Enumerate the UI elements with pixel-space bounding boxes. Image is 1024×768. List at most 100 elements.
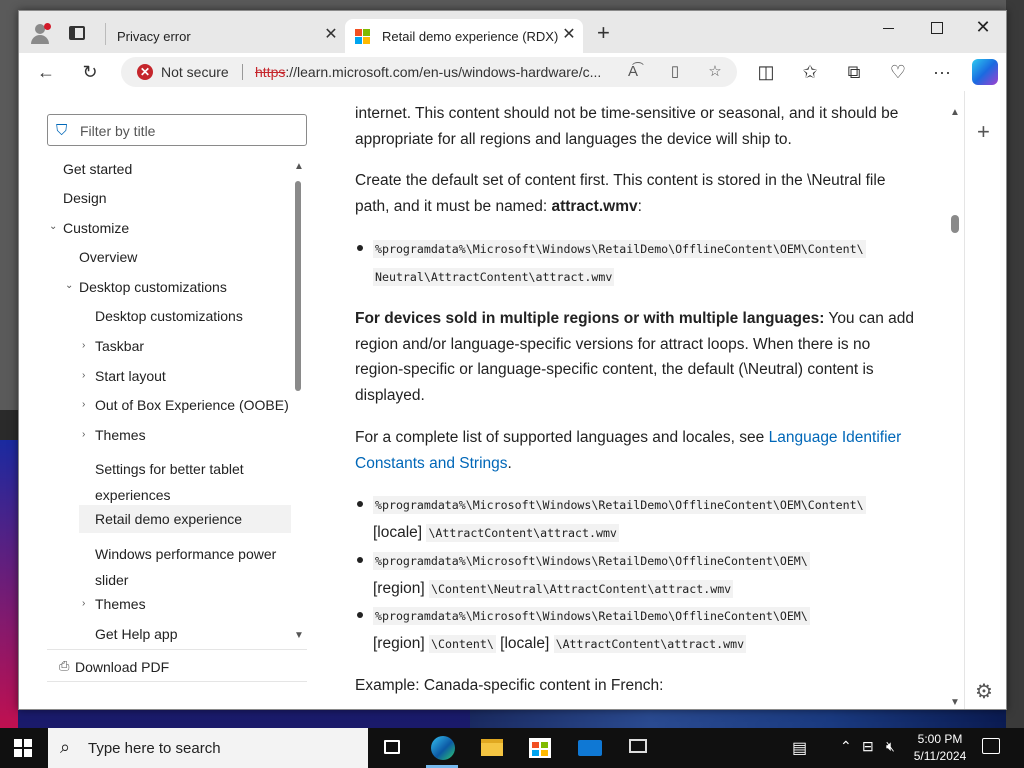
nav-item-desktop-customizations[interactable]: ⌄ Desktop customizations <box>65 279 227 295</box>
filter-input[interactable]: ⛉ Filter by title <box>47 114 307 146</box>
chevron-down-icon: ⌄ <box>65 280 74 291</box>
search-icon: ⌕ <box>60 737 71 757</box>
article-scrollbar[interactable] <box>951 215 959 233</box>
favorites-icon[interactable]: ✩ <box>797 59 823 85</box>
tab-retail-demo[interactable]: Retail demo experience (RDX) | Microsoft… <box>345 19 583 53</box>
nav-item-label: Desktop customizations <box>79 279 227 295</box>
paragraph: For a complete list of supported languag… <box>355 425 925 476</box>
text-line: appropriate for all regions and language… <box>355 130 792 148</box>
back-icon[interactable]: ← <box>33 59 59 85</box>
code-path: %programdata%\Microsoft\Windows\RetailDe… <box>373 240 866 258</box>
nav-item-oobe[interactable]: › Out of Box Experience (OOBE) <box>82 397 289 413</box>
nav-scrollbar[interactable] <box>295 181 301 391</box>
system-clock[interactable]: 5:00 PM 5/11/2024 <box>908 731 972 765</box>
filter-icon: ⛉ <box>56 122 68 139</box>
minimize-icon[interactable] <box>879 19 899 37</box>
split-screen-icon[interactable]: ◫ <box>753 59 779 85</box>
favorite-star-icon[interactable]: ☆ <box>705 62 725 82</box>
browser-essentials-icon[interactable]: ♡ <box>885 59 911 85</box>
bold-filename: attract.wmv <box>551 197 638 215</box>
new-tab-icon[interactable]: + <box>597 22 610 44</box>
profile-icon[interactable] <box>29 23 51 45</box>
maximize-icon[interactable] <box>927 19 947 37</box>
nav-scroll-up-icon[interactable]: ▲ <box>294 161 304 172</box>
mail-icon[interactable] <box>566 728 614 768</box>
constants-strings-link[interactable]: Constants and Strings <box>355 455 508 472</box>
nav-item-get-help-app[interactable]: Get Help app <box>95 626 178 642</box>
article-scroll-up-icon[interactable]: ▲ <box>950 107 960 118</box>
nav-item-design[interactable]: Design <box>63 190 107 206</box>
collections-icon[interactable]: ⧉ <box>841 59 867 85</box>
download-pdf-button[interactable]: ⎙ Download PDF <box>47 649 307 682</box>
nav-item-tablet-settings[interactable]: Settings for better tablet experiences <box>95 456 244 508</box>
text-line: path, and it must be named: <box>355 197 552 215</box>
read-aloud-icon[interactable]: A͡ <box>623 62 643 82</box>
edge-taskbar-icon[interactable] <box>418 728 466 768</box>
more-menu-icon[interactable]: ··· <box>929 59 955 85</box>
nav-item-retail-demo-experience[interactable]: Retail demo experience <box>79 505 291 533</box>
add-sidebar-app-icon[interactable]: + <box>977 119 990 145</box>
remote-desktop-icon[interactable] <box>614 728 662 768</box>
copilot-icon[interactable] <box>972 59 998 85</box>
language-identifier-link[interactable]: Language Identifier <box>769 429 902 446</box>
download-pdf-label: Download PDF <box>75 659 170 675</box>
nav-item-customize[interactable]: ⌄ Customize <box>49 220 129 236</box>
security-label[interactable]: Not secure <box>161 64 229 80</box>
volume-muted-icon[interactable]: 🔇︎ <box>886 738 895 755</box>
placeholder-text: [locale] <box>500 635 550 652</box>
text-line: : <box>637 197 642 215</box>
address-bar[interactable]: ✕ Not secure https://learn.microsoft.com… <box>121 57 737 87</box>
not-secure-icon[interactable]: ✕ <box>137 64 153 80</box>
tab-title: Retail demo experience (RDX) | Microsoft… <box>382 29 562 44</box>
microsoft-store-icon[interactable] <box>516 728 564 768</box>
paragraph: For devices sold in multiple regions or … <box>355 306 925 408</box>
chevron-right-icon: › <box>82 429 86 440</box>
nav-item-taskbar[interactable]: › Taskbar <box>82 338 144 354</box>
show-hidden-icons-icon[interactable]: ⌃ <box>840 738 852 755</box>
nav-item-label: Start layout <box>95 368 166 384</box>
taskbar-search-box[interactable]: ⌕ Type here to search <box>48 728 368 768</box>
sidebar-settings-icon[interactable]: ⚙ <box>975 679 993 704</box>
nav-item-performance-power-slider[interactable]: Windows performance power slider <box>95 541 276 593</box>
nav-item-overview[interactable]: Overview <box>79 249 137 265</box>
tab-actions-icon[interactable] <box>69 26 85 40</box>
code-path: \Content\ <box>429 635 496 653</box>
task-view-icon[interactable] <box>368 728 416 768</box>
nav-item-desktop-customizations-page[interactable]: Desktop customizations <box>95 308 243 324</box>
edge-sidebar: + ⚙ <box>964 91 1006 709</box>
placeholder-text: [region] <box>373 635 425 652</box>
network-icon[interactable]: ⊟ <box>862 738 874 755</box>
refresh-icon[interactable]: ↻ <box>77 59 103 85</box>
text-line: region and/or language-specific versions… <box>355 335 871 353</box>
file-explorer-icon[interactable] <box>468 728 516 768</box>
code-path: %programdata%\Microsoft\Windows\RetailDe… <box>373 552 810 570</box>
nav-item-start-layout[interactable]: › Start layout <box>82 368 166 384</box>
url-text[interactable]: https://learn.microsoft.com/en-us/window… <box>255 64 615 80</box>
tab-privacy-error[interactable]: Privacy error ✕ <box>107 19 345 53</box>
immersive-reader-icon[interactable]: ▯ <box>665 62 685 82</box>
text-line: Example: Canada-specific content in Fren… <box>355 677 664 694</box>
nav-item-themes[interactable]: › Themes <box>82 427 146 443</box>
windows-start-icon[interactable] <box>14 739 32 757</box>
article-scroll-down-icon[interactable]: ▼ <box>950 697 960 708</box>
browser-window: Privacy error ✕ Retail demo experience (… <box>18 10 1007 710</box>
notifications-icon[interactable] <box>982 738 1000 754</box>
taskbar: ⌕ Type here to search ▤ ⌃ ⊟ 🔇︎ 5:00 PM 5… <box>0 728 1024 768</box>
nav-item-label: Design <box>63 190 107 206</box>
text-line: region-specific or language-specific con… <box>355 361 874 378</box>
nav-item-themes-2[interactable]: › Themes <box>82 596 146 612</box>
nav-item-get-started[interactable]: Get started <box>63 161 132 177</box>
tab-title: Privacy error <box>117 29 191 44</box>
list-item: %programdata%\Microsoft\Windows\RetailDe… <box>357 602 933 658</box>
text-line: Create the default set of content first.… <box>355 172 886 189</box>
close-tab-icon[interactable]: ✕ <box>323 27 339 43</box>
news-widget-icon[interactable]: ▤ <box>792 738 807 758</box>
clock-time: 5:00 PM <box>917 732 963 746</box>
desktop-edge <box>1006 0 1024 728</box>
close-window-icon[interactable]: ✕ <box>973 18 993 37</box>
close-tab-icon[interactable]: ✕ <box>561 27 577 43</box>
nav-item-label-cont: slider <box>95 572 129 588</box>
nav-scroll-down-icon[interactable]: ▼ <box>294 630 304 641</box>
tab-separator <box>105 23 106 45</box>
chevron-right-icon: › <box>82 370 86 381</box>
